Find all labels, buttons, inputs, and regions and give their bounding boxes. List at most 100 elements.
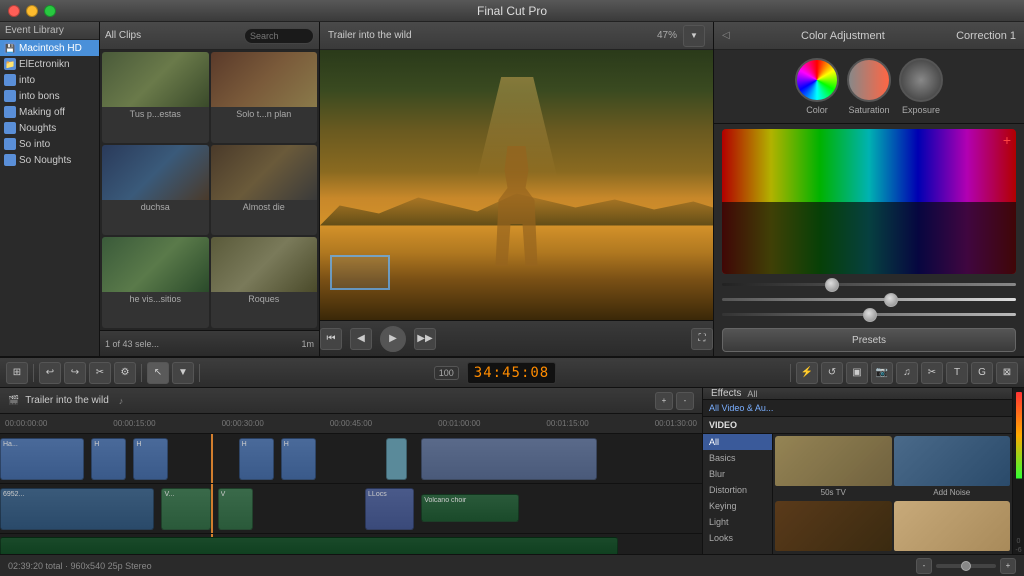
fullscreen-button[interactable]: ⛶ bbox=[691, 328, 713, 350]
clip-block-long[interactable] bbox=[421, 438, 597, 480]
play-button[interactable]: ▶ bbox=[380, 326, 406, 352]
generator-button[interactable]: G bbox=[971, 362, 993, 384]
play-backwards-button[interactable]: ◀ bbox=[350, 328, 372, 350]
color-map[interactable]: + bbox=[722, 129, 1016, 274]
search-input[interactable] bbox=[244, 28, 314, 44]
library-item-making-off[interactable]: Making off bbox=[0, 104, 99, 120]
zoom-dropdown[interactable]: ▼ bbox=[683, 25, 705, 47]
title-button[interactable]: T bbox=[946, 362, 968, 384]
effects-filter[interactable]: All Video & Au... bbox=[703, 400, 1012, 417]
vu-bar bbox=[1016, 392, 1022, 536]
cat-all[interactable]: All bbox=[703, 434, 772, 450]
slider-handle-1[interactable] bbox=[825, 278, 839, 292]
select-tool-button[interactable]: ↖ bbox=[147, 362, 169, 384]
cat-light[interactable]: Light bbox=[703, 514, 772, 530]
effects-all-tab[interactable]: All bbox=[747, 389, 757, 399]
effects-tool-button[interactable]: ⚡ bbox=[796, 362, 818, 384]
rewind-to-start-button[interactable]: ⏮ bbox=[320, 328, 342, 350]
cat-keying[interactable]: Keying bbox=[703, 498, 772, 514]
library-item-macintosh[interactable]: 💾 Macintosh HD bbox=[0, 40, 99, 56]
transform-button[interactable]: ↺ bbox=[821, 362, 843, 384]
close-button[interactable] bbox=[8, 5, 20, 17]
video-button[interactable]: ▣ bbox=[846, 362, 868, 384]
clip-item-solo[interactable]: Solo t...n plan bbox=[211, 52, 318, 143]
library-item-into[interactable]: into bbox=[0, 72, 99, 88]
clip-item-tus[interactable]: Tus p...estas bbox=[102, 52, 209, 143]
effect-50s-tv[interactable]: 50s TV bbox=[775, 436, 892, 499]
redo-button[interactable]: ↪ bbox=[64, 362, 86, 384]
clip-label: he vis...sitios bbox=[102, 292, 209, 306]
add-button[interactable]: + bbox=[1003, 132, 1011, 148]
clip-block[interactable]: H bbox=[281, 438, 316, 480]
effect-add-noise[interactable]: Add Noise bbox=[894, 436, 1011, 499]
duration-info: 1m bbox=[301, 339, 314, 349]
preview-video bbox=[320, 50, 713, 320]
cat-basics[interactable]: Basics bbox=[703, 450, 772, 466]
color-tool-exposure[interactable]: Exposure bbox=[899, 58, 943, 115]
library-item-electronikh[interactable]: 📁 ElEctronikn bbox=[0, 56, 99, 72]
clip-label: Solo t...n plan bbox=[211, 107, 318, 121]
minimize-button[interactable] bbox=[26, 5, 38, 17]
zoom-in-timeline[interactable]: + bbox=[655, 392, 673, 410]
clip-block[interactable]: H bbox=[91, 438, 126, 480]
clip-thumbnail bbox=[211, 237, 318, 292]
clip-thumbnail bbox=[211, 145, 318, 200]
blade-tool-button[interactable]: ▼ bbox=[172, 362, 194, 384]
audio-button[interactable]: ♫ bbox=[896, 362, 918, 384]
clip-block[interactable]: 6952... bbox=[0, 488, 154, 530]
color-tool-saturation[interactable]: Saturation bbox=[847, 58, 891, 115]
fast-forward-button[interactable]: ▶▶ bbox=[414, 328, 436, 350]
zoom-slider-handle[interactable] bbox=[961, 561, 971, 571]
library-item-so-noughts[interactable]: So Noughts bbox=[0, 152, 99, 168]
cat-blur[interactable]: Blur bbox=[703, 466, 772, 482]
event-icon bbox=[4, 138, 16, 150]
clip-block[interactable]: V bbox=[218, 488, 253, 530]
saturation-icon bbox=[847, 58, 891, 102]
clip-block[interactable]: Ha... bbox=[0, 438, 84, 480]
clip-block-audio[interactable]: Volcano choir bbox=[421, 494, 519, 522]
zoom-minus-button[interactable]: - bbox=[916, 558, 932, 574]
clip-item-hevis[interactable]: he vis...sitios bbox=[102, 237, 209, 328]
effect-aged-paper[interactable]: Aged Paper bbox=[894, 501, 1011, 560]
clip-block[interactable]: LLocs bbox=[365, 488, 414, 530]
clip-item-roques[interactable]: Roques bbox=[211, 237, 318, 328]
color-tool-color[interactable]: Color bbox=[795, 58, 839, 115]
clip-block-label: V bbox=[221, 491, 250, 498]
cat-distortion[interactable]: Distortion bbox=[703, 482, 772, 498]
clip-block[interactable]: V... bbox=[161, 488, 210, 530]
clip-item-duchsa[interactable]: duchsa bbox=[102, 145, 209, 236]
magic-wand-button[interactable]: ⚙ bbox=[114, 362, 136, 384]
saturation-tool-label: Saturation bbox=[848, 105, 889, 115]
zoom-out-timeline[interactable]: - bbox=[676, 392, 694, 410]
slider-track-3[interactable] bbox=[722, 313, 1016, 316]
library-item-so-into[interactable]: So into bbox=[0, 136, 99, 152]
track-clips-1: Ha... H H H H bbox=[0, 434, 702, 483]
clip-item-almost[interactable]: Almost die bbox=[211, 145, 318, 236]
zoom-slider[interactable] bbox=[936, 564, 996, 568]
library-item-noughts[interactable]: Noughts bbox=[0, 120, 99, 136]
camera-button[interactable]: 📷 bbox=[871, 362, 893, 384]
share-button[interactable]: ⊠ bbox=[996, 362, 1018, 384]
slider-row-1 bbox=[722, 280, 1016, 289]
slider-handle-2[interactable] bbox=[884, 293, 898, 307]
clip-block[interactable]: H bbox=[133, 438, 168, 480]
drive-icon: 💾 bbox=[4, 42, 16, 54]
slider-track-2[interactable] bbox=[722, 298, 1016, 301]
undo-button[interactable]: ↩ bbox=[39, 362, 61, 384]
trim-button[interactable]: ✂ bbox=[921, 362, 943, 384]
library-item-into-bons[interactable]: into bons bbox=[0, 88, 99, 104]
presets-button[interactable]: Presets bbox=[722, 328, 1016, 352]
slider-track-1[interactable] bbox=[722, 283, 1016, 286]
slider-handle-3[interactable] bbox=[863, 308, 877, 322]
cat-looks[interactable]: Looks bbox=[703, 530, 772, 546]
color-panel-header: ◁ Color Adjustment Correction 1 bbox=[714, 22, 1024, 50]
selection-overlay bbox=[330, 255, 390, 290]
toggle-libraries-button[interactable]: ⊞ bbox=[6, 362, 28, 384]
window-controls bbox=[8, 5, 56, 17]
clip-block[interactable]: H bbox=[239, 438, 274, 480]
cut-button[interactable]: ✂ bbox=[89, 362, 111, 384]
clip-block[interactable] bbox=[386, 438, 407, 480]
effect-aged-film[interactable]: Aged Film bbox=[775, 501, 892, 560]
zoom-plus-button[interactable]: + bbox=[1000, 558, 1016, 574]
maximize-button[interactable] bbox=[44, 5, 56, 17]
